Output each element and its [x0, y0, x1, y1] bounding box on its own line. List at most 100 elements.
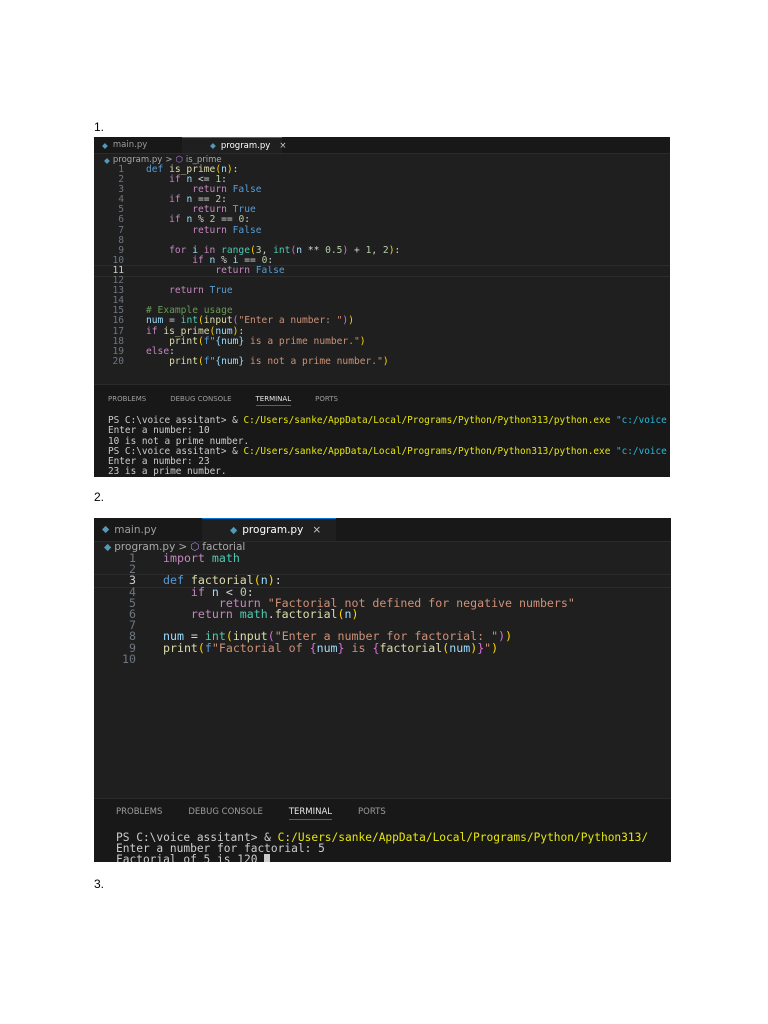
code-token: = — [169, 315, 181, 327]
code-line: 1 import math — [94, 551, 671, 565]
tab-label: main.py — [112, 140, 148, 150]
python-file-icon: ◆ — [102, 524, 110, 535]
item-number-3: 3. — [94, 877, 105, 891]
terminal-line: 23 is a prime number. — [108, 467, 670, 477]
code-token: ) — [351, 606, 359, 621]
code-token: { — [372, 640, 380, 655]
code-token: : — [232, 164, 239, 175]
tab-label: program.py — [242, 524, 304, 536]
code-token: ) — [505, 629, 513, 644]
tab-program-py[interactable]: ◆ program.py × — [182, 137, 286, 153]
panel-tab-problems[interactable]: PROBLEMS — [108, 395, 146, 406]
python-file-icon: ◆ — [230, 524, 238, 536]
terminal-text: "c:/voice — [610, 415, 667, 426]
python-file-icon: ◆ — [104, 155, 110, 165]
code-token: } — [477, 640, 485, 655]
code-token: } — [337, 640, 345, 655]
code-line: 10 — [94, 653, 671, 665]
code-token: n — [344, 606, 352, 621]
panel-tab-debug-console[interactable]: DEBUG CONSOLE — [188, 807, 262, 820]
terminal-text: C:/Users/sanke/AppData/Local/Programs/Py… — [243, 445, 611, 457]
code-token: return — [190, 606, 240, 621]
vscode-screenshot-prime: ◆ main.py ◆ program.py × ◆ program.py > ⬡ is_prim… — [94, 137, 670, 477]
panel-tab-terminal[interactable]: TERMINAL — [255, 395, 292, 406]
line-number: 16 — [112, 315, 124, 327]
tab-main-py[interactable]: ◆ main.py — [94, 137, 182, 153]
code-token: False — [232, 224, 262, 236]
code-token: is a prime number." — [244, 335, 360, 347]
python-file-icon: ◆ — [104, 541, 112, 553]
close-icon[interactable]: × — [279, 141, 286, 151]
panel-tab-ports[interactable]: PORTS — [358, 807, 386, 820]
code-token: print — [163, 640, 198, 655]
code-token: factorial — [274, 606, 338, 621]
panel-tab-problems[interactable]: PROBLEMS — [116, 807, 162, 820]
panel-tab-ports[interactable]: PORTS — [315, 395, 338, 406]
terminal-panel: PROBLEMS DEBUG CONSOLE TERMINAL PORTS PS C:\… — [94, 384, 670, 477]
terminal-output[interactable]: PS C:\voice assitant> & C:/Users/sanke/A… — [94, 415, 670, 477]
code-token: int — [273, 244, 291, 256]
code-token: n — [296, 244, 308, 256]
code-token: False — [255, 264, 285, 276]
code-token: True — [209, 285, 233, 297]
code-token: 0.5 — [325, 244, 343, 256]
terminal-text: C:/Users/sanke/AppData/Local/Programs/Py… — [277, 831, 649, 844]
tab-main-py[interactable]: ◆ main.py — [94, 518, 202, 541]
code-token: . — [267, 606, 275, 621]
code-line: 6 return math. factorial(n) — [94, 606, 671, 621]
code-token: ) — [470, 640, 478, 655]
vscode-screenshot-factorial: ◆ main.py ◆ program.py × ◆ program.py > ⬡ factori… — [94, 518, 671, 862]
code-token: ( — [253, 573, 261, 588]
code-token: factorial — [379, 640, 443, 655]
item-number-2: 2. — [94, 490, 105, 504]
code-token: "Factorial of — [211, 640, 310, 655]
code-token: print — [169, 355, 198, 367]
close-icon[interactable]: × — [312, 524, 321, 536]
code-token: ( — [442, 640, 450, 655]
editor-tab-bar: ◆ main.py ◆ program.py × — [94, 137, 670, 154]
code-token: {num} — [215, 335, 245, 347]
code-token: num — [449, 640, 471, 655]
code-token: + — [348, 244, 366, 256]
code-token: { — [309, 640, 317, 655]
tab-label: main.py — [114, 523, 157, 536]
code-token: n — [260, 573, 268, 588]
python-file-icon: ◆ — [210, 141, 216, 150]
panel-tab-terminal[interactable]: TERMINAL — [288, 807, 333, 820]
code-editor[interactable]: 1 import math 2 3 def factorial(n):4 if n < … — [94, 551, 671, 665]
panel-tab-debug-console[interactable]: DEBUG CONSOLE — [170, 395, 231, 406]
code-token: return — [169, 285, 210, 297]
tab-label: program.py — [220, 140, 271, 151]
code-editor[interactable]: 1 def is_prime(n):2 if n <= 1:3 return Fa… — [94, 164, 670, 367]
code-token: math — [211, 551, 240, 565]
code-token: return — [215, 264, 256, 276]
terminal-text: "c:/voice — [610, 445, 667, 457]
code-line: 16 num = int(input("Enter a number: ")) — [94, 316, 670, 326]
python-file-icon: ◆ — [102, 140, 108, 150]
code-token: num — [316, 640, 338, 655]
code-token: ( — [337, 606, 345, 621]
code-token: f — [204, 640, 212, 655]
code-token: return — [192, 224, 233, 236]
line-number: 20 — [112, 355, 124, 367]
code-token: ) — [267, 573, 275, 588]
code-line: 11 return False — [94, 264, 670, 278]
terminal-output[interactable]: PS C:\voice assitant> & C:/Users/sanke/A… — [94, 832, 671, 862]
code-token: ( — [197, 640, 205, 655]
code-token: int — [180, 315, 198, 327]
terminal-text: 23 is a prime number. — [108, 466, 227, 477]
code-token: False — [232, 184, 262, 196]
code-token: num — [146, 315, 170, 327]
code-token: ) — [498, 629, 506, 644]
code-line: 9 print(f "Factorial of {num} is {factoria… — [94, 640, 671, 655]
code-token: import — [163, 551, 212, 565]
panel-tabs: PROBLEMS DEBUG CONSOLE TERMINAL PORTS — [94, 799, 671, 820]
tab-program-py[interactable]: ◆ program.py × — [202, 518, 336, 541]
terminal-panel: PROBLEMS DEBUG CONSOLE TERMINAL PORTS PS C:\… — [94, 798, 671, 862]
terminal-cursor — [264, 854, 271, 862]
code-line: 7 return False — [94, 224, 670, 236]
panel-tabs: PROBLEMS DEBUG CONSOLE TERMINAL PORTS — [94, 385, 670, 406]
